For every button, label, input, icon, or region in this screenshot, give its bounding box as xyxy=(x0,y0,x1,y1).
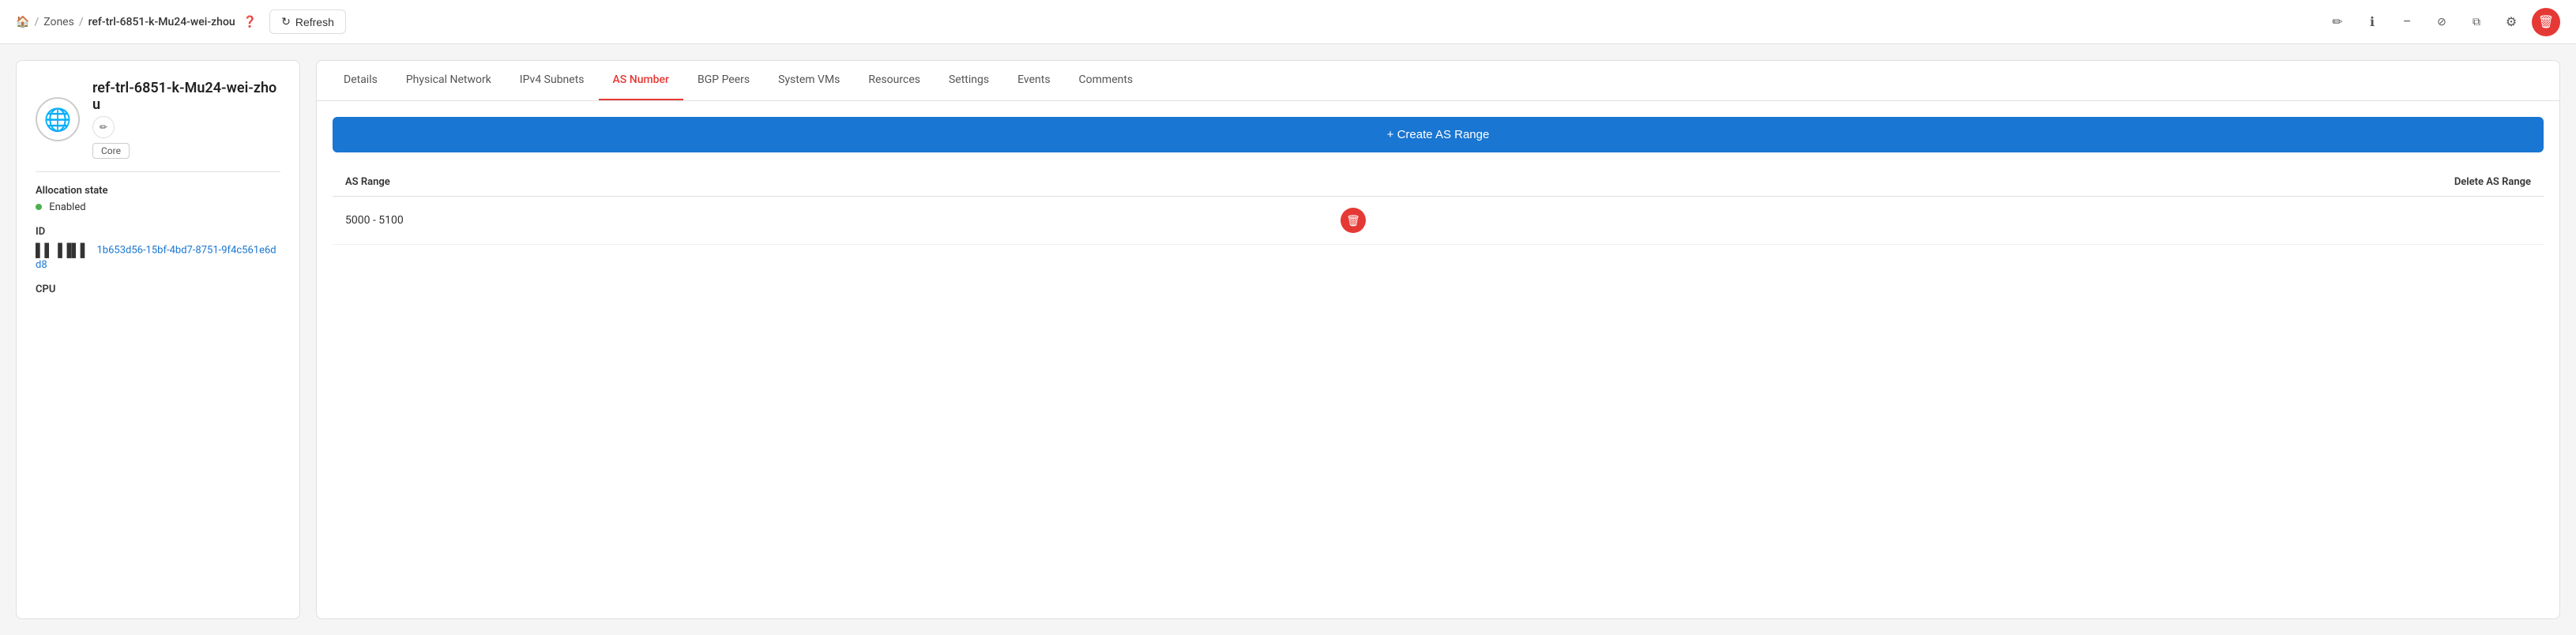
tab-details[interactable]: Details xyxy=(329,61,392,100)
breadcrumb-current: ref-trl-6851-k-Mu24-wei-zhou xyxy=(88,16,235,28)
as-range-value: 5000 - 5100 xyxy=(333,197,1328,245)
breadcrumb: 🏠 / Zones / ref-trl-6851-k-Mu24-wei-zhou… xyxy=(16,16,257,28)
home-icon[interactable]: 🏠 xyxy=(16,16,29,28)
col-delete-as-range: Delete AS Range xyxy=(1328,168,2544,197)
zone-header: 🌐 ref-trl-6851-k-Mu24-wei-zhou ✏ Core xyxy=(36,80,280,159)
tab-as-number[interactable]: AS Number xyxy=(599,61,683,100)
tab-events[interactable]: Events xyxy=(1003,61,1064,100)
cpu-label: CPU xyxy=(36,284,280,295)
refresh-icon: ↻ xyxy=(281,15,291,28)
allocation-state-value: Enabled xyxy=(36,201,280,213)
divider-1 xyxy=(36,171,280,172)
zone-badge: Core xyxy=(92,143,130,159)
copy-button[interactable]: ⧉ xyxy=(2462,8,2491,36)
barcode-icon: ▌▌▐▐▌▌ xyxy=(36,242,89,258)
minus-button[interactable]: − xyxy=(2393,8,2421,36)
zone-globe-icon: 🌐 xyxy=(36,97,80,141)
as-range-table: AS Range Delete AS Range 5000 - 5100 🗑 xyxy=(333,168,2544,245)
tab-settings[interactable]: Settings xyxy=(935,61,1003,100)
tab-physical-network[interactable]: Physical Network xyxy=(392,61,506,100)
tab-comments[interactable]: Comments xyxy=(1065,61,1148,100)
settings-button[interactable]: ⚙ xyxy=(2497,8,2525,36)
id-label: ID xyxy=(36,226,280,238)
block-icon: ⊘ xyxy=(2437,15,2446,28)
edit-icon: ✏ xyxy=(2332,14,2342,30)
breadcrumb-zones[interactable]: Zones xyxy=(43,16,74,28)
zone-edit-button[interactable]: ✏ xyxy=(92,116,115,138)
create-as-range-button[interactable]: + Create AS Range xyxy=(333,117,2544,152)
delete-button[interactable]: 🗑 xyxy=(2532,8,2560,36)
delete-as-range-button[interactable]: 🗑 xyxy=(1341,208,1366,233)
table-row: 5000 - 5100 🗑 xyxy=(333,197,2544,245)
zone-name: ref-trl-6851-k-Mu24-wei-zhou xyxy=(92,80,280,113)
delete-icon: 🗑 xyxy=(2538,14,2554,30)
right-panel: Details Physical Network IPv4 Subnets AS… xyxy=(316,60,2560,619)
info-icon: ℹ xyxy=(2370,14,2375,30)
as-number-content: + Create AS Range AS Range Delete AS Ran… xyxy=(317,101,2559,618)
allocation-state-label: Allocation state xyxy=(36,185,280,197)
allocation-state-text: Enabled xyxy=(49,201,85,213)
cpu-section: CPU xyxy=(36,284,280,295)
trash-icon: 🗑 xyxy=(1346,214,1360,227)
settings-icon: ⚙ xyxy=(2506,14,2517,30)
allocation-state-section: Allocation state Enabled xyxy=(36,185,280,213)
tab-bgp-peers[interactable]: BGP Peers xyxy=(683,61,764,100)
copy-icon: ⧉ xyxy=(2473,15,2480,28)
breadcrumb-sep-2: / xyxy=(79,16,84,28)
tab-ipv4-subnets[interactable]: IPv4 Subnets xyxy=(506,61,599,100)
tabs-bar: Details Physical Network IPv4 Subnets AS… xyxy=(317,61,2559,101)
main-content: 🌐 ref-trl-6851-k-Mu24-wei-zhou ✏ Core Al… xyxy=(0,44,2576,635)
id-section: ID ▌▌▐▐▌▌ 1b653d56-15bf-4bd7-8751-9f4c56… xyxy=(36,226,280,271)
edit-button[interactable]: ✏ xyxy=(2323,8,2352,36)
refresh-button[interactable]: ↻ Refresh xyxy=(269,9,346,34)
left-panel: 🌐 ref-trl-6851-k-Mu24-wei-zhou ✏ Core Al… xyxy=(16,60,300,619)
tab-system-vms[interactable]: System VMs xyxy=(764,61,854,100)
info-button[interactable]: ℹ xyxy=(2358,8,2386,36)
header-actions: ✏ ℹ − ⊘ ⧉ ⚙ 🗑 xyxy=(2323,8,2560,36)
tab-resources[interactable]: Resources xyxy=(854,61,935,100)
enabled-dot xyxy=(36,204,42,210)
header: 🏠 / Zones / ref-trl-6851-k-Mu24-wei-zhou… xyxy=(0,0,2576,44)
refresh-label: Refresh xyxy=(295,16,334,28)
minus-icon: − xyxy=(2403,15,2410,29)
block-button[interactable]: ⊘ xyxy=(2427,8,2456,36)
help-icon[interactable]: ❓ xyxy=(243,16,257,28)
header-left: 🏠 / Zones / ref-trl-6851-k-Mu24-wei-zhou… xyxy=(16,9,346,34)
col-as-range: AS Range xyxy=(333,168,1328,197)
breadcrumb-sep-1: / xyxy=(34,16,39,28)
id-value-row: ▌▌▐▐▌▌ 1b653d56-15bf-4bd7-8751-9f4c561e6… xyxy=(36,242,280,271)
